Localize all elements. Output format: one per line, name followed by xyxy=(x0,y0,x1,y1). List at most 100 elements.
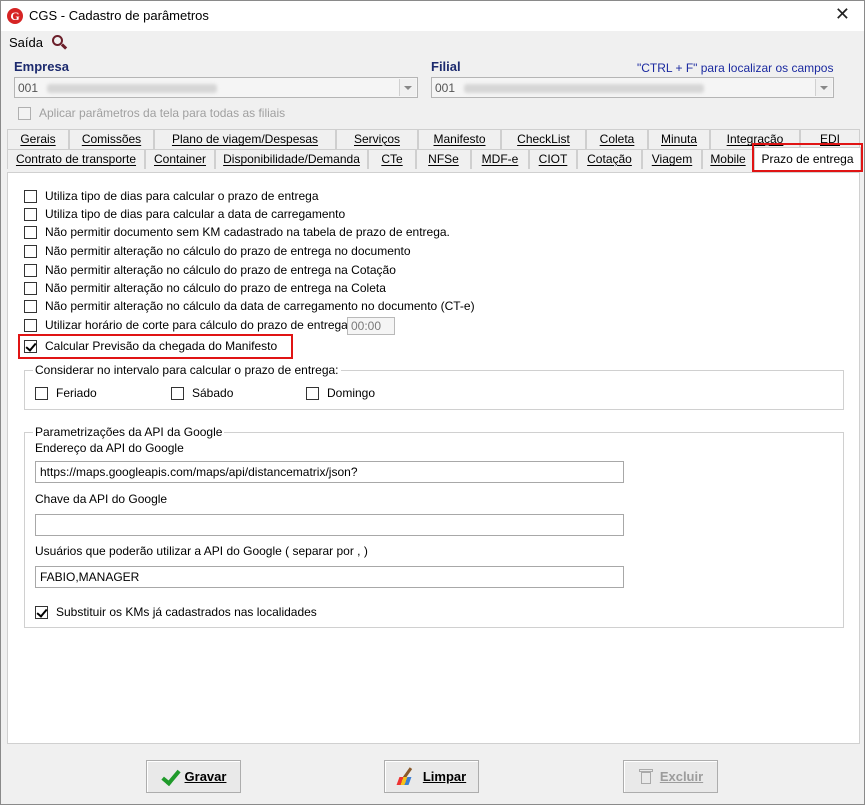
option-checkbox[interactable] xyxy=(24,263,37,277)
window-title: CGS - Cadastro de parâmetros xyxy=(29,8,209,23)
filial-redacted xyxy=(464,84,704,93)
feriado-label: Feriado xyxy=(56,386,97,400)
title-bar: G CGS - Cadastro de parâmetros ✕ xyxy=(1,1,864,31)
empresa-label: Empresa xyxy=(14,59,69,74)
option-row[interactable]: Não permitir alteração no cálculo do pra… xyxy=(24,244,411,258)
tab-nfse[interactable]: NFSe xyxy=(416,149,471,169)
tab-mobile[interactable]: Mobile xyxy=(702,149,754,169)
chevron-down-icon[interactable] xyxy=(815,79,832,96)
domingo-label: Domingo xyxy=(327,386,376,400)
option-row[interactable]: Não permitir alteração no cálculo do pra… xyxy=(24,281,386,295)
tab-servicos[interactable]: Serviços xyxy=(336,129,418,149)
substituir-row[interactable]: Substituir os KMs já cadastrados nas loc… xyxy=(35,605,317,619)
chevron-down-icon[interactable] xyxy=(399,79,416,96)
option-row[interactable]: Utiliza tipo de dias para calcular o pra… xyxy=(24,189,319,203)
tab-minuta[interactable]: Minuta xyxy=(648,129,710,149)
option-label: Não permitir alteração no cálculo da dat… xyxy=(45,299,475,313)
close-icon[interactable]: ✕ xyxy=(835,4,850,24)
filial-value: 001 xyxy=(435,81,456,95)
option-checkbox[interactable] xyxy=(24,339,37,353)
domingo-checkbox[interactable] xyxy=(306,386,319,400)
option-label: Calcular Previsão da chegada do Manifest… xyxy=(45,339,278,353)
app-logo-icon: G xyxy=(7,8,23,24)
sabado-row[interactable]: Sábado xyxy=(171,386,233,400)
tab-viagem[interactable]: Viagem xyxy=(642,149,702,169)
tab-contrato-de-transporte[interactable]: Contrato de transporte xyxy=(7,149,145,169)
tab-coleta[interactable]: Coleta xyxy=(586,129,648,149)
usuarios-label: Usuários que poderão utilizar a API do G… xyxy=(35,544,368,558)
option-row[interactable]: Não permitir alteração no cálculo do pra… xyxy=(24,263,396,277)
filial-select[interactable]: 001 xyxy=(431,77,834,98)
tab-comissoes[interactable]: Comissões xyxy=(69,129,154,149)
endereco-label: Endereço da API do Google xyxy=(35,441,184,455)
option-checkbox[interactable] xyxy=(24,318,37,332)
tab-container[interactable]: Container xyxy=(145,149,215,169)
sabado-label: Sábado xyxy=(192,386,234,400)
option-checkbox[interactable] xyxy=(24,225,37,239)
option-row[interactable]: Utiliza tipo de dias para calcular a dat… xyxy=(24,207,345,221)
cutoff-time-input[interactable]: 00:00 xyxy=(347,317,395,335)
gravar-label: Gravar xyxy=(184,769,227,784)
option-checkbox[interactable] xyxy=(24,281,37,295)
apply-all-checkbox-row[interactable]: Aplicar parâmetros da tela para todas as… xyxy=(18,106,285,120)
tab-ciot[interactable]: CIOT xyxy=(529,149,577,169)
limpar-button[interactable]: Limpar xyxy=(384,760,479,793)
option-row[interactable]: Não permitir documento sem KM cadastrado… xyxy=(24,225,450,239)
option-row[interactable]: Utilizar horário de corte para cálculo d… xyxy=(24,318,348,332)
search-icon[interactable] xyxy=(51,34,68,50)
check-icon xyxy=(161,768,179,786)
option-checkbox[interactable] xyxy=(24,299,37,313)
tab-integracao[interactable]: Integração xyxy=(710,129,800,149)
tab-prazo-de-entrega[interactable]: Prazo de entrega xyxy=(754,147,861,171)
endereco-input[interactable]: https://maps.googleapis.com/maps/api/dis… xyxy=(35,461,624,483)
menu-saida[interactable]: Saída xyxy=(9,35,43,50)
option-label: Não permitir documento sem KM cadastrado… xyxy=(45,225,450,239)
tab-checklist[interactable]: CheckList xyxy=(501,129,586,149)
chave-input[interactable] xyxy=(35,514,624,536)
option-label: Não permitir alteração no cálculo do pra… xyxy=(45,263,396,277)
chave-label: Chave da API do Google xyxy=(35,492,168,506)
option-label: Não permitir alteração no cálculo do pra… xyxy=(45,244,411,258)
tab-mdfe[interactable]: MDF-e xyxy=(471,149,529,169)
search-hint: "CTRL + F" para localizar os campos xyxy=(637,61,834,75)
option-checkbox[interactable] xyxy=(24,244,37,258)
excluir-button[interactable]: Excluir xyxy=(623,760,718,793)
apply-all-label: Aplicar parâmetros da tela para todas as… xyxy=(39,106,286,120)
empresa-select[interactable]: 001 xyxy=(14,77,418,98)
trash-icon xyxy=(638,768,654,786)
option-label: Não permitir alteração no cálculo do pra… xyxy=(45,281,386,295)
tab-cotacao[interactable]: Cotação xyxy=(577,149,642,169)
option-label: Utiliza tipo de dias para calcular a dat… xyxy=(45,207,346,221)
sabado-checkbox[interactable] xyxy=(171,386,184,400)
tab-plano-de-viagem[interactable]: Plano de viagem/Despesas xyxy=(154,129,336,149)
limpar-label: Limpar xyxy=(422,769,467,784)
tab-gerais[interactable]: Gerais xyxy=(7,129,69,149)
broom-icon xyxy=(396,766,417,787)
apply-all-checkbox[interactable] xyxy=(18,106,31,120)
usuarios-input[interactable]: FABIO,MANAGER xyxy=(35,566,624,588)
excluir-label: Excluir xyxy=(659,769,704,784)
tab-disponibilidade[interactable]: Disponibilidade/Demanda xyxy=(215,149,368,169)
feriado-checkbox[interactable] xyxy=(35,386,48,400)
option-row[interactable]: Calcular Previsão da chegada do Manifest… xyxy=(24,339,277,353)
substituir-checkbox[interactable] xyxy=(35,605,48,619)
feriado-row[interactable]: Feriado xyxy=(35,386,97,400)
option-checkbox[interactable] xyxy=(24,207,37,221)
tab-edi[interactable]: EDI xyxy=(800,129,860,149)
google-api-group-title: Parametrizações da API da Google xyxy=(33,425,225,439)
tab-cte[interactable]: CTe xyxy=(368,149,416,169)
empresa-value: 001 xyxy=(18,81,39,95)
menu-bar: Saída xyxy=(9,32,68,52)
empresa-redacted xyxy=(47,84,217,93)
tab-manifesto[interactable]: Manifesto xyxy=(418,129,501,149)
filial-label: Filial xyxy=(431,59,461,74)
option-label: Utilizar horário de corte para cálculo d… xyxy=(45,318,348,332)
main-window: G CGS - Cadastro de parâmetros ✕ Saída E… xyxy=(0,0,865,805)
option-checkbox[interactable] xyxy=(24,189,37,203)
option-row[interactable]: Não permitir alteração no cálculo da dat… xyxy=(24,299,475,313)
domingo-row[interactable]: Domingo xyxy=(306,386,375,400)
option-label: Utiliza tipo de dias para calcular o pra… xyxy=(45,189,319,203)
gravar-button[interactable]: Gravar xyxy=(146,760,241,793)
interval-group-title: Considerar no intervalo para calcular o … xyxy=(33,363,341,377)
substituir-label: Substituir os KMs já cadastrados nas loc… xyxy=(56,605,317,619)
